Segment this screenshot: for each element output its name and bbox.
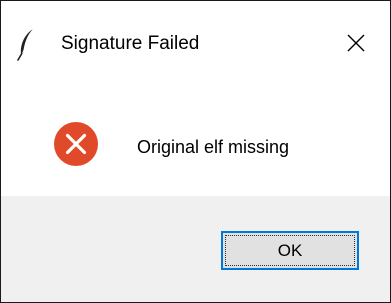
close-button[interactable] <box>331 21 381 65</box>
window-title: Signature Failed <box>61 33 200 54</box>
error-message: Original elf missing <box>137 137 290 157</box>
ok-button[interactable]: OK <box>221 231 359 270</box>
button-bar: OK <box>1 196 390 302</box>
error-icon <box>53 121 99 167</box>
dialog-window: Signature Failed Original elf missing OK <box>0 0 391 303</box>
close-icon <box>347 34 365 52</box>
feather-icon <box>15 27 37 61</box>
message-area: Original elf missing <box>1 81 390 196</box>
ok-button-label: OK <box>277 240 303 260</box>
title-bar[interactable]: Signature Failed <box>1 1 390 81</box>
